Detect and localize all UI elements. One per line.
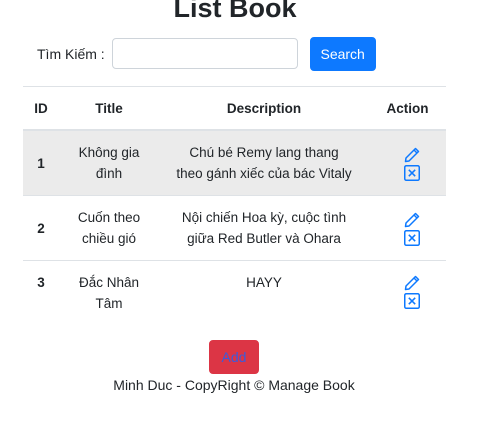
pencil-icon[interactable] xyxy=(403,274,421,292)
description-line: theo gánh xiếc của bác Vitaly xyxy=(176,166,352,181)
column-header-title: Title xyxy=(59,86,159,131)
footer-copyright: Minh Duc - CopyRight © Manage Book xyxy=(113,377,355,393)
title-line: đình xyxy=(95,166,123,181)
title-line: Cuốn theo xyxy=(77,210,141,225)
title-line: Không gia xyxy=(78,145,140,160)
cell-description: Chú bé Remy lang thang theo gánh xiếc của… xyxy=(159,129,369,196)
books-table: ID Title Description Action 1 Không gia đ… xyxy=(23,86,446,327)
cell-description: HAYY xyxy=(159,260,369,327)
cell-title: Không gia đình xyxy=(59,129,159,196)
description-line: giữa Red Butler và Ohara xyxy=(187,231,341,246)
column-header-action: Action xyxy=(369,86,446,131)
page-title: List Book xyxy=(173,0,297,23)
cell-id: 3 xyxy=(23,260,59,327)
cell-title: Cuốn theo chiều gió xyxy=(59,195,159,261)
cell-id: 2 xyxy=(23,195,59,261)
x-square-icon[interactable] xyxy=(403,293,420,309)
description-line: Nội chiến Hoa kỳ, cuộc tình xyxy=(181,210,347,225)
cell-description: Nội chiến Hoa kỳ, cuộc tình giữa Red Butl… xyxy=(159,195,369,261)
column-header-id: ID xyxy=(23,86,59,131)
search-input[interactable] xyxy=(111,38,298,69)
search-label: Tìm Kiếm : xyxy=(37,45,105,62)
search-button[interactable]: Search xyxy=(309,36,376,71)
cell-action xyxy=(369,195,446,261)
title-line: Tâm xyxy=(95,296,123,311)
x-square-icon[interactable] xyxy=(403,229,420,246)
cell-title: Đắc Nhân Tâm xyxy=(59,260,159,327)
description-line: Chú bé Remy lang thang xyxy=(189,145,339,160)
pencil-icon[interactable] xyxy=(403,211,421,229)
title-line: Đắc Nhân xyxy=(78,275,140,290)
cell-id: 1 xyxy=(23,129,59,196)
description-line: HAYY xyxy=(246,275,282,290)
pencil-icon[interactable] xyxy=(403,146,421,164)
table-row: 2 Cuốn theo chiều gió Nội chiến Hoa kỳ, c… xyxy=(23,195,446,261)
cell-action xyxy=(369,260,446,327)
title-line: chiều gió xyxy=(81,231,137,246)
table-row: 1 Không gia đình Chú bé Remy lang thang th… xyxy=(23,129,446,196)
search-bar: Tìm Kiếm : Search xyxy=(37,36,376,71)
table-header-row: ID Title Description Action xyxy=(23,86,446,131)
table-row: 3 Đắc Nhân Tâm HAYY xyxy=(23,260,446,327)
x-square-icon[interactable] xyxy=(403,164,420,181)
add-button[interactable]: Add xyxy=(209,340,259,374)
cell-action xyxy=(369,129,446,196)
column-header-description: Description xyxy=(159,86,369,131)
